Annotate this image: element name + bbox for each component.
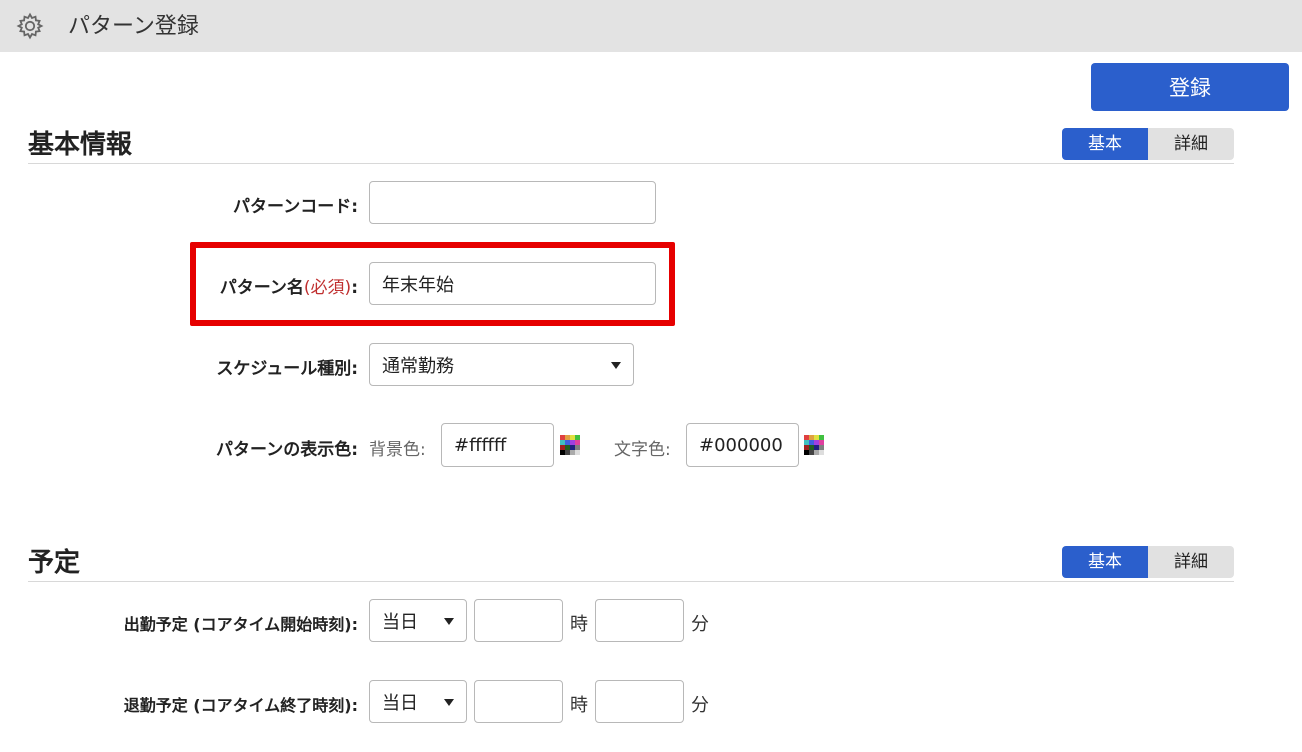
color-palette-icon[interactable] (560, 435, 580, 455)
required-mark: (必須) (303, 278, 352, 298)
text-color-input[interactable]: #000000 (686, 423, 799, 467)
start-hour-input[interactable] (474, 599, 563, 642)
section-title-schedule: 予定 (28, 548, 81, 578)
bg-color-label: 背景色: (369, 440, 426, 460)
label-colon: : (351, 278, 358, 298)
start-time-label: 出勤予定 (コアタイム開始時刻): (123, 615, 358, 634)
start-minute-input[interactable] (595, 599, 684, 642)
pattern-code-label: パターンコード: (233, 197, 358, 217)
gear-icon (16, 12, 44, 40)
pattern-name-input[interactable]: 年末年始 (369, 262, 656, 305)
view-toggle-schedule: 基本 詳細 (1062, 546, 1234, 578)
page-title: パターン登録 (68, 14, 199, 39)
minute-unit-label: 分 (691, 695, 709, 716)
hour-unit-label: 時 (570, 614, 588, 635)
pattern-name-label-text: パターン名 (219, 278, 304, 298)
dropdown-arrow-icon (611, 361, 621, 369)
schedule-type-value: 通常勤務 (382, 355, 454, 377)
minute-unit-label: 分 (691, 614, 709, 635)
color-palette-icon[interactable] (804, 435, 824, 455)
end-day-value: 当日 (382, 692, 418, 714)
toggle-detail[interactable]: 詳細 (1148, 546, 1234, 578)
display-color-label: パターンの表示色: (216, 440, 358, 460)
pattern-name-label: パターン名(必須): (220, 273, 358, 298)
pattern-code-input[interactable] (369, 181, 656, 224)
section-divider (28, 163, 1234, 164)
toggle-detail[interactable]: 詳細 (1148, 128, 1234, 160)
end-hour-input[interactable] (474, 680, 563, 723)
section-divider (28, 581, 1234, 582)
dropdown-arrow-icon (444, 617, 454, 625)
header-bar: パターン登録 (0, 0, 1302, 52)
end-minute-input[interactable] (595, 680, 684, 723)
bg-color-input[interactable]: #ffffff (441, 423, 554, 467)
end-time-label: 退勤予定 (コアタイム終了時刻): (123, 696, 358, 715)
view-toggle-basic-info: 基本 詳細 (1062, 128, 1234, 160)
schedule-type-select[interactable]: 通常勤務 (369, 343, 634, 386)
dropdown-arrow-icon (444, 698, 454, 706)
hour-unit-label: 時 (570, 695, 588, 716)
text-color-label: 文字色: (614, 440, 671, 460)
toggle-basic[interactable]: 基本 (1062, 546, 1148, 578)
start-day-value: 当日 (382, 611, 418, 633)
register-button[interactable]: 登録 (1091, 63, 1289, 111)
end-day-select[interactable]: 当日 (369, 680, 467, 723)
start-day-select[interactable]: 当日 (369, 599, 467, 642)
section-title-basic-info: 基本情報 (28, 130, 133, 160)
schedule-type-label: スケジュール種別: (216, 359, 358, 379)
toggle-basic[interactable]: 基本 (1062, 128, 1148, 160)
